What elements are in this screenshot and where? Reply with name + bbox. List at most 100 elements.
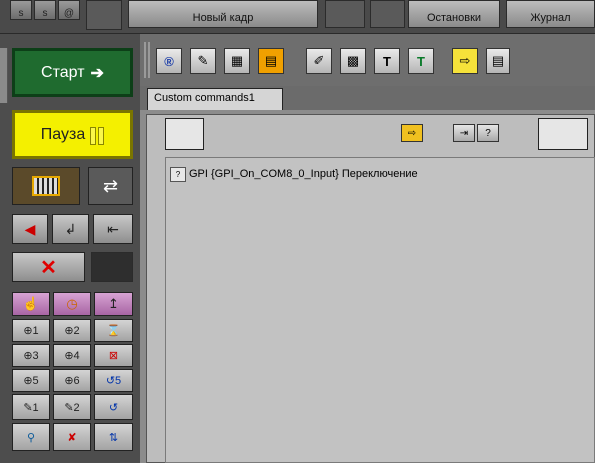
up-button[interactable]: ↥ <box>94 292 133 316</box>
slide-icon: ▤ <box>264 53 278 68</box>
hand-icon: ☝ <box>22 296 40 311</box>
arrow-left-icon: ◀ <box>24 220 36 237</box>
film-button[interactable]: ▦ <box>224 48 250 74</box>
pause-button[interactable]: Пауза <box>12 110 133 159</box>
right-field[interactable] <box>538 118 588 150</box>
edit-2-button[interactable]: ✎2 <box>53 394 91 420</box>
top-mini-button-1[interactable]: s <box>10 0 32 20</box>
close-icon: ✕ <box>40 256 57 279</box>
gpi-icon: ? <box>485 127 491 139</box>
log-button[interactable]: Журнал <box>506 0 595 28</box>
cancel-icon: ✘ <box>67 431 77 444</box>
commands-list <box>165 157 595 463</box>
media-icon: ▩ <box>346 53 360 68</box>
film-icon <box>32 176 60 196</box>
text-button[interactable]: T <box>408 48 434 74</box>
sort-button[interactable]: ⇅ <box>94 423 133 451</box>
left-field[interactable] <box>165 118 204 150</box>
list-item[interactable]: ? GPI {GPI_On_COM8_0_Input} Переключение <box>170 166 418 182</box>
sort-icon: ⇅ <box>108 431 119 444</box>
gpi-6-button[interactable]: ⊕6 <box>53 369 91 392</box>
insert-icon: ⇨ <box>407 127 417 139</box>
top-blank-1[interactable] <box>325 0 365 28</box>
stop-button[interactable]: Остановки <box>408 0 500 28</box>
gpi-4-icon: ⊕4 <box>64 350 80 362</box>
page-icon: ▤ <box>491 53 505 68</box>
page-button[interactable]: ▤ <box>486 48 510 74</box>
back-button[interactable]: ◀ <box>12 214 48 244</box>
slide-button[interactable]: ▤ <box>258 48 284 74</box>
gpi-2-icon: ⊕2 <box>64 325 80 337</box>
gpi-4-button[interactable]: ⊕4 <box>53 344 91 367</box>
gpi-icon: ? <box>170 166 186 182</box>
arrow-right-icon: ➔ <box>90 64 104 82</box>
gpi-1-button[interactable]: ⊕1 <box>12 319 50 342</box>
gpi-3-icon: ⊕3 <box>23 350 39 362</box>
insert-command-button[interactable]: ⇨ <box>401 124 423 142</box>
search-icon: ⚲ <box>26 431 36 444</box>
hourglass-icon: ⌛ <box>106 325 121 337</box>
brush-button[interactable]: ✐ <box>306 48 332 74</box>
gpi-3-button[interactable]: ⊕3 <box>12 344 50 367</box>
film-toggle-button[interactable] <box>12 167 80 205</box>
tab-label: Custom commands1 <box>154 92 255 104</box>
gpi-2-button[interactable]: ⊕2 <box>53 319 91 342</box>
title-icon: T <box>383 53 391 69</box>
clear-icon: ⊠ <box>108 350 119 362</box>
text-icon: T <box>417 53 425 69</box>
cancel-tool-button[interactable]: ✘ <box>53 423 91 451</box>
top-mini-button-3[interactable]: @ <box>58 0 80 20</box>
start-button[interactable]: Старт ➔ <box>12 48 133 97</box>
gpi-1-icon: ⊕1 <box>23 325 39 337</box>
edit-1-icon: ✎1 <box>23 401 39 414</box>
clock-button[interactable]: ◷ <box>53 292 91 316</box>
move-command-button[interactable]: ⇥ <box>453 124 475 142</box>
tab-custom-commands1[interactable]: Custom commands1 <box>147 88 283 110</box>
search-button[interactable]: ⚲ <box>12 423 50 451</box>
toolbar-grip-2 <box>148 42 150 78</box>
return-icon: ↲ <box>64 220 77 237</box>
edit-1-button[interactable]: ✎1 <box>12 394 50 420</box>
edit-icon: ✎ <box>197 53 209 68</box>
registered-icon: ® <box>164 53 174 69</box>
brush-icon: ✐ <box>313 53 325 68</box>
hourglass-button[interactable]: ⌛ <box>94 319 133 342</box>
new-frame-button[interactable]: Новый кадр <box>128 0 318 28</box>
pause-label: Пауза <box>40 125 86 143</box>
return-button[interactable]: ↲ <box>52 214 89 244</box>
first-button[interactable]: ⇤ <box>93 214 133 244</box>
toolbar-grip[interactable] <box>144 42 146 78</box>
swap-button[interactable]: ⇄ <box>88 167 133 205</box>
edit-2-icon: ✎2 <box>64 401 80 414</box>
loop-button[interactable]: ↺ <box>94 394 133 420</box>
top-blank-2[interactable] <box>370 0 405 28</box>
gpi-5-icon: ⊕5 <box>23 375 39 387</box>
empty-slot <box>91 252 133 282</box>
import-icon: ⇨ <box>459 53 471 68</box>
registered-button[interactable]: ® <box>156 48 182 74</box>
clock-icon: ◷ <box>66 296 78 311</box>
alert-button[interactable]: ☝ <box>12 292 50 316</box>
delete-button[interactable]: ✕ <box>12 252 85 282</box>
media-button[interactable]: ▩ <box>340 48 366 74</box>
loop-back-icon: ↺ <box>108 401 119 414</box>
edit-button[interactable]: ✎ <box>190 48 216 74</box>
import-button[interactable]: ⇨ <box>452 48 478 74</box>
title-button[interactable]: T <box>374 48 400 74</box>
gpi-command-button[interactable]: ? <box>477 124 499 142</box>
up-icon: ↥ <box>108 296 119 311</box>
clear-button[interactable]: ⊠ <box>94 344 133 367</box>
top-mini-button-2[interactable]: s <box>34 0 56 20</box>
swap-icon: ⇄ <box>102 175 119 196</box>
film-strip-icon: ▦ <box>230 53 244 68</box>
step-back-icon: ⇤ <box>107 220 119 237</box>
loop-5-button[interactable]: ↺5 <box>94 369 133 392</box>
loop-icon: ↺5 <box>105 375 122 387</box>
gpi-6-icon: ⊕6 <box>64 375 80 387</box>
command-text: GPI {GPI_On_COM8_0_Input} Переключение <box>189 168 418 180</box>
gpi-5-button[interactable]: ⊕5 <box>12 369 50 392</box>
move-icon: ⇥ <box>459 127 469 139</box>
pause-icon <box>90 126 105 145</box>
left-rail <box>0 48 8 103</box>
top-spacer <box>86 0 122 30</box>
